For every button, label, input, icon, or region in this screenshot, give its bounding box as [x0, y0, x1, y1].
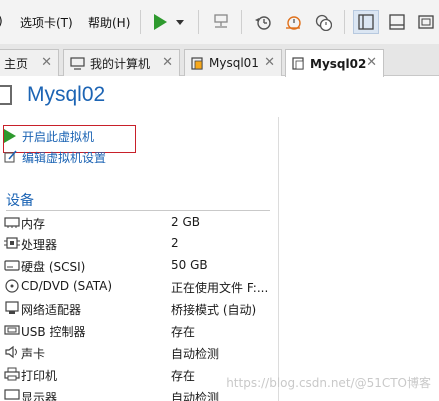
edit-settings-icon [4, 150, 17, 163]
cpu-icon [4, 237, 20, 249]
device-row-sound-card[interactable]: 声卡 自动检测 [0, 342, 270, 364]
menu-help[interactable]: 帮助(H) [88, 14, 130, 31]
toolbar-separator [198, 10, 199, 34]
device-value: 50 GB [171, 258, 208, 272]
library-view-icon [358, 14, 374, 30]
device-value: 桥接模式 (自动) [171, 303, 257, 317]
network-adapter-icon [5, 301, 19, 314]
watermark: https://blog.csdn.net/@51CTO博客 [226, 376, 431, 390]
toolbar: ) 选项卡(T) 帮助(H) [0, 0, 439, 44]
tab-mysql01[interactable]: Mysql01 ✕ [184, 49, 282, 76]
close-icon[interactable]: ✕ [366, 55, 377, 70]
power-on-button[interactable] [148, 10, 188, 34]
send-keys-icon [214, 14, 228, 28]
thumbnail-bar-button[interactable] [384, 10, 410, 34]
power-on-vm-link[interactable]: 开启此虚拟机 [4, 128, 95, 145]
play-icon [154, 14, 184, 30]
computer-icon [70, 56, 85, 70]
thumbnail-view-icon [389, 14, 405, 30]
edit-settings-label: 编辑虚拟机设置 [22, 151, 107, 165]
tab-label: 我的计算机 [90, 56, 151, 71]
menu-tabs[interactable]: 选项卡(T) [20, 14, 73, 31]
device-row-network-adapter[interactable]: 网络适配器 桥接模式 (自动) [0, 298, 270, 320]
device-value: 2 GB [171, 215, 200, 229]
device-name: 硬盘 (SCSI) [21, 260, 86, 274]
printer-icon [4, 367, 20, 381]
device-row-memory[interactable]: 内存 2 GB [0, 212, 270, 234]
snapshot-button[interactable] [250, 10, 276, 34]
device-name: 打印机 [21, 369, 58, 383]
device-row-hard-disk[interactable]: 硬盘 (SCSI) 50 GB [0, 255, 270, 277]
revert-snapshot-icon [286, 16, 301, 30]
toolbar-separator [344, 10, 345, 34]
device-row-cd-dvd[interactable]: CD/DVD (SATA) 正在使用文件 F:... [0, 276, 270, 298]
tab-bar: 主页 ✕ 我的计算机 ✕ Mysql01 ✕ Mysql02 ✕ [0, 44, 439, 77]
tab-label: 主页 [4, 56, 29, 71]
hard-disk-icon [4, 260, 20, 271]
device-value: 2 [171, 236, 179, 250]
close-icon[interactable]: ✕ [264, 55, 275, 70]
power-on-label: 开启此虚拟机 [22, 130, 95, 144]
display-icon [4, 389, 20, 400]
tab-my-computer[interactable]: 我的计算机 ✕ [63, 49, 180, 76]
vm-icon [191, 56, 203, 70]
device-row-processor[interactable]: 处理器 2 [0, 233, 270, 255]
device-name: 声卡 [21, 347, 46, 361]
device-name: 显示器 [21, 391, 58, 401]
toolbar-separator [241, 10, 242, 34]
devices-section-title: 设备 [6, 193, 34, 209]
menu-view[interactable]: ) [0, 14, 3, 28]
tab-label: Mysql02 [310, 56, 367, 71]
section-divider [6, 210, 270, 211]
close-icon[interactable]: ✕ [41, 55, 52, 70]
panel-divider [278, 117, 279, 401]
snapshot-manager-button[interactable] [310, 10, 336, 34]
cd-dvd-icon [5, 279, 19, 293]
tab-mysql02[interactable]: Mysql02 ✕ [285, 49, 384, 77]
vm-summary-panel: Mysql02 开启此虚拟机 编辑虚拟机设置 设备 内存 2 GB 处理器 2 … [0, 77, 439, 401]
close-icon[interactable]: ✕ [162, 55, 173, 70]
device-name: 网络适配器 [21, 303, 82, 317]
revert-snapshot-button[interactable] [280, 10, 306, 34]
sound-card-icon [5, 345, 17, 359]
play-icon [4, 129, 16, 143]
send-ctrl-alt-del-button[interactable] [208, 10, 234, 34]
tab-home[interactable]: 主页 ✕ [0, 49, 59, 76]
vm-icon [292, 57, 304, 70]
show-library-button[interactable] [353, 10, 379, 34]
usb-icon [4, 325, 20, 335]
fullscreen-icon [418, 15, 434, 29]
fullscreen-button[interactable] [413, 10, 439, 34]
toolbar-separator [140, 10, 141, 34]
device-name: USB 控制器 [21, 325, 86, 339]
device-row-usb-controller[interactable]: USB 控制器 存在 [0, 320, 270, 342]
device-name: CD/DVD (SATA) [21, 279, 113, 293]
device-value: 自动检测 [171, 347, 220, 361]
snapshot-manager-icon [315, 14, 332, 31]
device-name: 处理器 [21, 238, 58, 252]
vm-large-icon [0, 85, 12, 105]
device-value: 正在使用文件 F:... [171, 281, 269, 295]
device-value: 自动检测 [171, 391, 220, 401]
tab-label: Mysql01 [209, 56, 259, 70]
page-title: Mysql02 [27, 83, 106, 106]
memory-icon [4, 217, 20, 228]
snapshot-clock-icon [255, 16, 271, 30]
device-value: 存在 [171, 369, 196, 383]
device-name: 内存 [21, 217, 46, 231]
device-value: 存在 [171, 325, 196, 339]
edit-vm-settings-link[interactable]: 编辑虚拟机设置 [4, 149, 107, 166]
